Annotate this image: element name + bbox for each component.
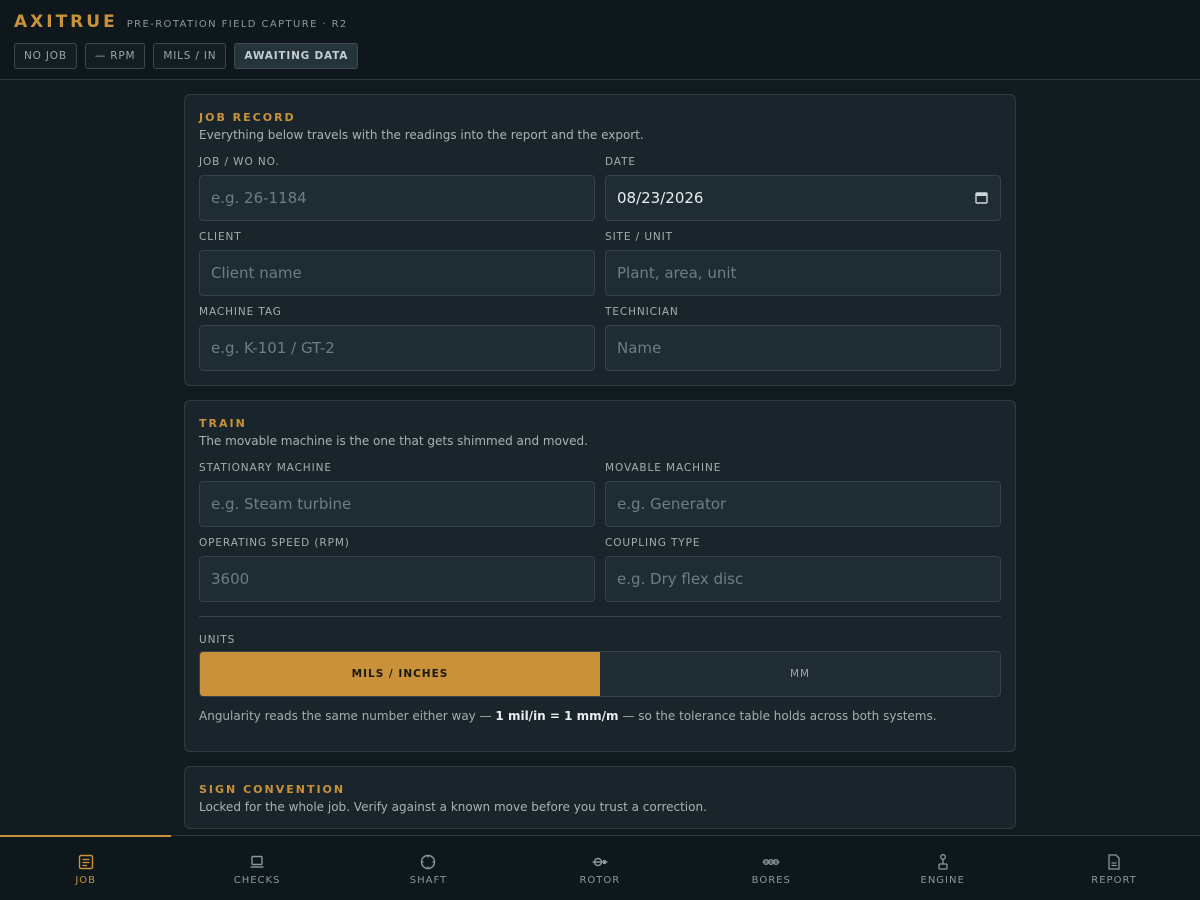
operating-speed-field: OPERATING SPEED (RPM): [199, 537, 595, 602]
units-note: Angularity reads the same number either …: [199, 709, 1001, 723]
divider: [199, 616, 1001, 617]
nav-label-checks: CHECKS: [233, 875, 281, 886]
machine-tag-input[interactable]: [199, 325, 595, 371]
units-chip[interactable]: MILS / IN: [153, 43, 227, 69]
nav-item-engine[interactable]: ENGINE: [857, 836, 1028, 900]
train-title: TRAIN: [199, 417, 247, 430]
app-brand: AXITRUE: [14, 12, 118, 32]
machine-tag-label: MACHINE TAG: [199, 306, 282, 318]
units-note-conversion: 1 mil/in = 1 mm/m: [495, 709, 619, 723]
machine-tag-field: MACHINE TAG: [199, 306, 595, 371]
stationary-machine-label: STATIONARY MACHINE: [199, 462, 332, 474]
job-record-fields: JOB / WO NO. DATE CLIENT SITE / UNIT: [199, 156, 1001, 371]
nav-label-bores: BORES: [751, 875, 791, 886]
movable-machine-field: MOVABLE MACHINE: [605, 462, 1001, 527]
technician-input[interactable]: [605, 325, 1001, 371]
sign-convention-title: SIGN CONVENTION: [199, 783, 346, 796]
sign-convention-card: SIGN CONVENTION Locked for the whole job…: [184, 766, 1016, 829]
movable-machine-input[interactable]: [605, 481, 1001, 527]
coupling-type-label: COUPLING TYPE: [605, 537, 701, 549]
client-input[interactable]: [199, 250, 595, 296]
nav-item-bores[interactable]: BORES: [686, 836, 857, 900]
train-card: TRAIN The movable machine is the one tha…: [184, 400, 1016, 752]
nav-label-rotor: ROTOR: [579, 875, 621, 886]
date-input[interactable]: [605, 175, 1001, 221]
status-badge: AWAITING DATA: [234, 43, 359, 69]
operating-speed-input[interactable]: [199, 556, 595, 602]
coupling-type-field: COUPLING TYPE: [605, 537, 1001, 602]
nav-item-shaft[interactable]: SHAFT: [343, 836, 514, 900]
date-input-wrap: [605, 175, 1001, 221]
nav-item-checks[interactable]: CHECKS: [171, 836, 342, 900]
rpm-chip[interactable]: — RPM: [84, 43, 146, 69]
job-record-description: Everything below travels with the readin…: [199, 128, 644, 142]
units-note-text: Angularity reads the same number either …: [199, 709, 496, 723]
stationary-machine-input[interactable]: [199, 481, 595, 527]
piston-icon: [937, 854, 948, 870]
units-option-mils[interactable]: MILS / INCHES: [200, 652, 600, 696]
site-input[interactable]: [605, 250, 1001, 296]
app-subtitle: PRE-ROTATION FIELD CAPTURE · R2: [126, 19, 348, 30]
units-label: UNITS: [199, 634, 236, 646]
main-content: JOB RECORD Everything below travels with…: [184, 94, 1016, 843]
top-bar: AXITRUE PRE-ROTATION FIELD CAPTURE · R2 …: [0, 0, 1200, 80]
units-toggle: MILS / INCHES MM: [199, 651, 1001, 697]
nav-item-job[interactable]: JOB: [0, 835, 172, 900]
site-field: SITE / UNIT: [605, 231, 1001, 296]
status-chips: NO JOB — RPM MILS / IN AWAITING DATA: [14, 43, 359, 69]
technician-field: TECHNICIAN: [605, 306, 1001, 371]
crosshair-icon: [421, 854, 436, 870]
train-fields: STATIONARY MACHINE MOVABLE MACHINE OPERA…: [199, 462, 1001, 612]
technician-label: TECHNICIAN: [605, 306, 679, 318]
nav-item-report[interactable]: REPORT: [1028, 836, 1199, 900]
bottom-nav: JOB CHECKS SHAFT ROTOR BORES ENGINE REPO…: [0, 835, 1200, 900]
job-number-label: JOB / WO NO.: [199, 156, 280, 168]
brand-row: AXITRUE PRE-ROTATION FIELD CAPTURE · R2: [14, 12, 348, 32]
job-record-title: JOB RECORD: [199, 111, 296, 124]
job-number-field: JOB / WO NO.: [199, 156, 595, 221]
date-field: DATE: [605, 156, 1001, 221]
sign-convention-description: Locked for the whole job. Verify against…: [199, 800, 707, 814]
nav-label-shaft: SHAFT: [409, 875, 448, 886]
train-description: The movable machine is the one that gets…: [199, 434, 588, 448]
operating-speed-label: OPERATING SPEED (RPM): [199, 537, 350, 549]
site-label: SITE / UNIT: [605, 231, 673, 243]
stationary-machine-field: STATIONARY MACHINE: [199, 462, 595, 527]
job-chip[interactable]: NO JOB: [14, 43, 77, 69]
clipboard-icon: [78, 854, 93, 870]
job-number-input[interactable]: [199, 175, 595, 221]
bores-icon: [762, 859, 780, 865]
rotor-icon: [592, 857, 608, 867]
nav-item-rotor[interactable]: ROTOR: [514, 836, 685, 900]
calendar-icon[interactable]: [975, 191, 988, 204]
nav-label-engine: ENGINE: [920, 875, 965, 886]
nav-label-report: REPORT: [1091, 875, 1137, 886]
job-record-card: JOB RECORD Everything below travels with…: [184, 94, 1016, 386]
nav-label-job: JOB: [75, 875, 97, 886]
units-note-tail: — so the tolerance table holds across bo…: [618, 709, 937, 723]
monitor-icon: [250, 855, 264, 868]
units-option-mm[interactable]: MM: [600, 652, 1000, 696]
coupling-type-input[interactable]: [605, 556, 1001, 602]
document-icon: [1108, 854, 1120, 870]
movable-machine-label: MOVABLE MACHINE: [605, 462, 722, 474]
date-label: DATE: [605, 156, 636, 168]
client-label: CLIENT: [199, 231, 242, 243]
client-field: CLIENT: [199, 231, 595, 296]
